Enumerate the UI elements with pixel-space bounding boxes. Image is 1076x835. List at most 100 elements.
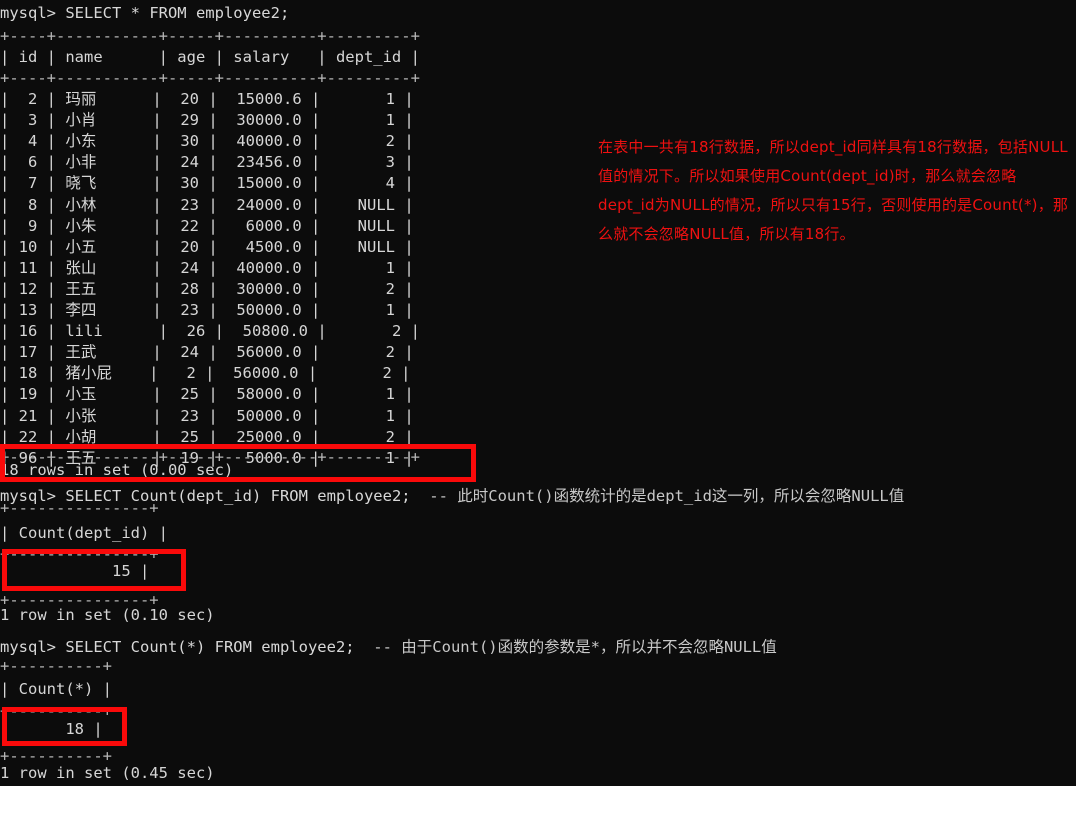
table-row: | 18 | 猪小屁 | 2 | 56000.0 | 2 | [0, 364, 411, 383]
cell-id: 6 [18, 153, 38, 172]
cell-dept-id: 4 [329, 174, 395, 193]
cell-salary: 30000.0 [227, 111, 302, 130]
count-dept-header: | Count(dept_id) | [0, 524, 168, 542]
mysql-terminal-window[interactable]: mysql> SELECT * FROM employee2; +----+--… [0, 0, 1076, 786]
sql-count-star: SELECT Count(*) FROM employee2; [65, 638, 355, 656]
table-row: | 8 | 小林 | 23 | 24000.0 | NULL | [0, 195, 414, 214]
cell-name: 小朱 [65, 216, 144, 235]
table-row: | 7 | 晓飞 | 30 | 15000.0 | 4 | [0, 174, 414, 193]
cell-salary: 56000.0 [223, 364, 299, 383]
cell-id: 16 [18, 322, 38, 341]
cell-id: 17 [18, 343, 38, 362]
cell-dept-id: 2 [336, 322, 402, 341]
cell-age: 29 [171, 111, 200, 130]
red-annotation-note: 在表中一共有18行数据，所以dept_id同样具有18行数据，包括NULL值的情… [598, 138, 1069, 243]
cell-name: 王五 [65, 279, 144, 298]
cell-dept-id: 2 [329, 427, 395, 446]
cell-dept-id: 2 [326, 364, 392, 383]
count-dept-value: 15 [111, 562, 131, 580]
count-dept-value-row: | 15 | [0, 562, 150, 580]
cell-id: 7 [18, 174, 38, 193]
sql-select-all: SELECT * FROM employee2; [65, 4, 290, 22]
cell-id: 12 [18, 279, 38, 298]
cell-name: 小林 [65, 195, 144, 214]
cell-salary: 4500.0 [227, 237, 302, 256]
cell-salary: 50000.0 [227, 406, 302, 425]
count-star-value-row: | 18 | [0, 720, 103, 738]
cell-salary: 56000.0 [227, 343, 302, 362]
cell-name: 小张 [65, 406, 144, 425]
count-dept-rule-top: +---------------+ [0, 499, 159, 517]
cell-dept-id: NULL [329, 195, 395, 214]
cell-salary: 40000.0 [227, 258, 302, 277]
prompt-symbol-3: mysql> [0, 638, 66, 656]
count-star-header: | Count(*) | [0, 680, 112, 698]
command-line-select-all: mysql> SELECT * FROM employee2; [0, 2, 289, 25]
cell-age: 30 [171, 174, 200, 193]
cell-dept-id: 1 [329, 385, 395, 404]
cell-salary: 23456.0 [227, 153, 302, 172]
cell-name: 晓飞 [65, 174, 144, 193]
cell-dept-id: NULL [329, 237, 395, 256]
cell-age: 30 [171, 132, 200, 151]
status-18-rows: 18 rows in set (0.00 sec) [0, 461, 234, 479]
cell-dept-id: 1 [329, 406, 395, 425]
cell-age: 20 [171, 237, 200, 256]
cell-salary: 40000.0 [227, 132, 302, 151]
cell-salary: 30000.0 [227, 279, 302, 298]
count-star-header-label: Count(*) [18, 680, 94, 698]
cell-salary: 58000.0 [227, 385, 302, 404]
table-rule-header: +----+-----------+-----+----------+-----… [0, 69, 420, 87]
cell-age: 20 [171, 90, 200, 108]
cell-name: 王武 [65, 343, 144, 362]
cell-age: 23 [171, 406, 200, 425]
cell-age: 26 [177, 322, 206, 341]
cell-dept-id: 1 [329, 258, 395, 277]
cell-name: 李四 [65, 301, 144, 319]
comment-count-dept: -- 此时Count()函数统计的是dept_id这一列，所以会忽略NULL值 [410, 487, 905, 505]
cell-salary: 50800.0 [233, 322, 308, 341]
cell-name: 小肖 [65, 111, 144, 130]
cell-age: 2 [167, 364, 196, 383]
table-header-row: | id | name | age | salary | dept_id | [0, 48, 420, 66]
cell-salary: 6000.0 [227, 216, 302, 235]
cell-age: 25 [171, 385, 200, 404]
table-row: | 10 | 小五 | 20 | 4500.0 | NULL | [0, 237, 414, 256]
cell-name: 小东 [65, 132, 144, 151]
cell-id: 22 [18, 427, 38, 446]
count-star-value: 18 [65, 720, 84, 738]
cell-salary: 24000.0 [227, 195, 302, 214]
cell-name: 玛丽 [65, 90, 144, 108]
table-row: | 9 | 小朱 | 22 | 6000.0 | NULL | [0, 216, 414, 235]
cell-id: 11 [18, 258, 38, 277]
table-row: | 16 | lili | 26 | 50800.0 | 2 | [0, 322, 420, 341]
cell-dept-id: 3 [329, 153, 395, 172]
cell-name: 小玉 [65, 385, 144, 404]
cell-id: 9 [18, 216, 38, 235]
cell-name: 小胡 [65, 427, 144, 446]
cell-id: 2 [18, 90, 38, 108]
cell-age: 25 [171, 427, 200, 446]
table-row: | 17 | 王武 | 24 | 56000.0 | 2 | [0, 343, 414, 362]
cell-age: 24 [171, 153, 200, 172]
cell-salary: 25000.0 [227, 427, 302, 446]
cell-id: 8 [18, 195, 38, 214]
prompt-symbol: mysql> [0, 4, 66, 22]
cell-name: 小五 [65, 237, 144, 256]
table-row: | 4 | 小东 | 30 | 40000.0 | 2 | [0, 132, 414, 151]
cell-id: 18 [18, 364, 38, 383]
cell-dept-id: 1 [329, 301, 395, 319]
cell-name: 张山 [65, 258, 144, 277]
cell-salary: 50000.0 [227, 301, 302, 319]
table-rule-top: +----+-----------+-----+----------+-----… [0, 27, 420, 45]
table-row: | 12 | 王五 | 28 | 30000.0 | 2 | [0, 279, 414, 298]
cell-id: 3 [18, 111, 38, 130]
table-row: | 3 | 小肖 | 29 | 30000.0 | 1 | [0, 111, 414, 130]
cell-dept-id: 2 [329, 132, 395, 151]
cell-age: 22 [171, 216, 200, 235]
cell-age: 24 [171, 258, 200, 277]
table-row: | 2 | 玛丽 | 20 | 15000.6 | 1 | [0, 90, 414, 108]
cell-id: 21 [18, 406, 38, 425]
command-line-count-star: mysql> SELECT Count(*) FROM employee2; -… [0, 636, 777, 659]
cell-id: 13 [18, 301, 38, 319]
